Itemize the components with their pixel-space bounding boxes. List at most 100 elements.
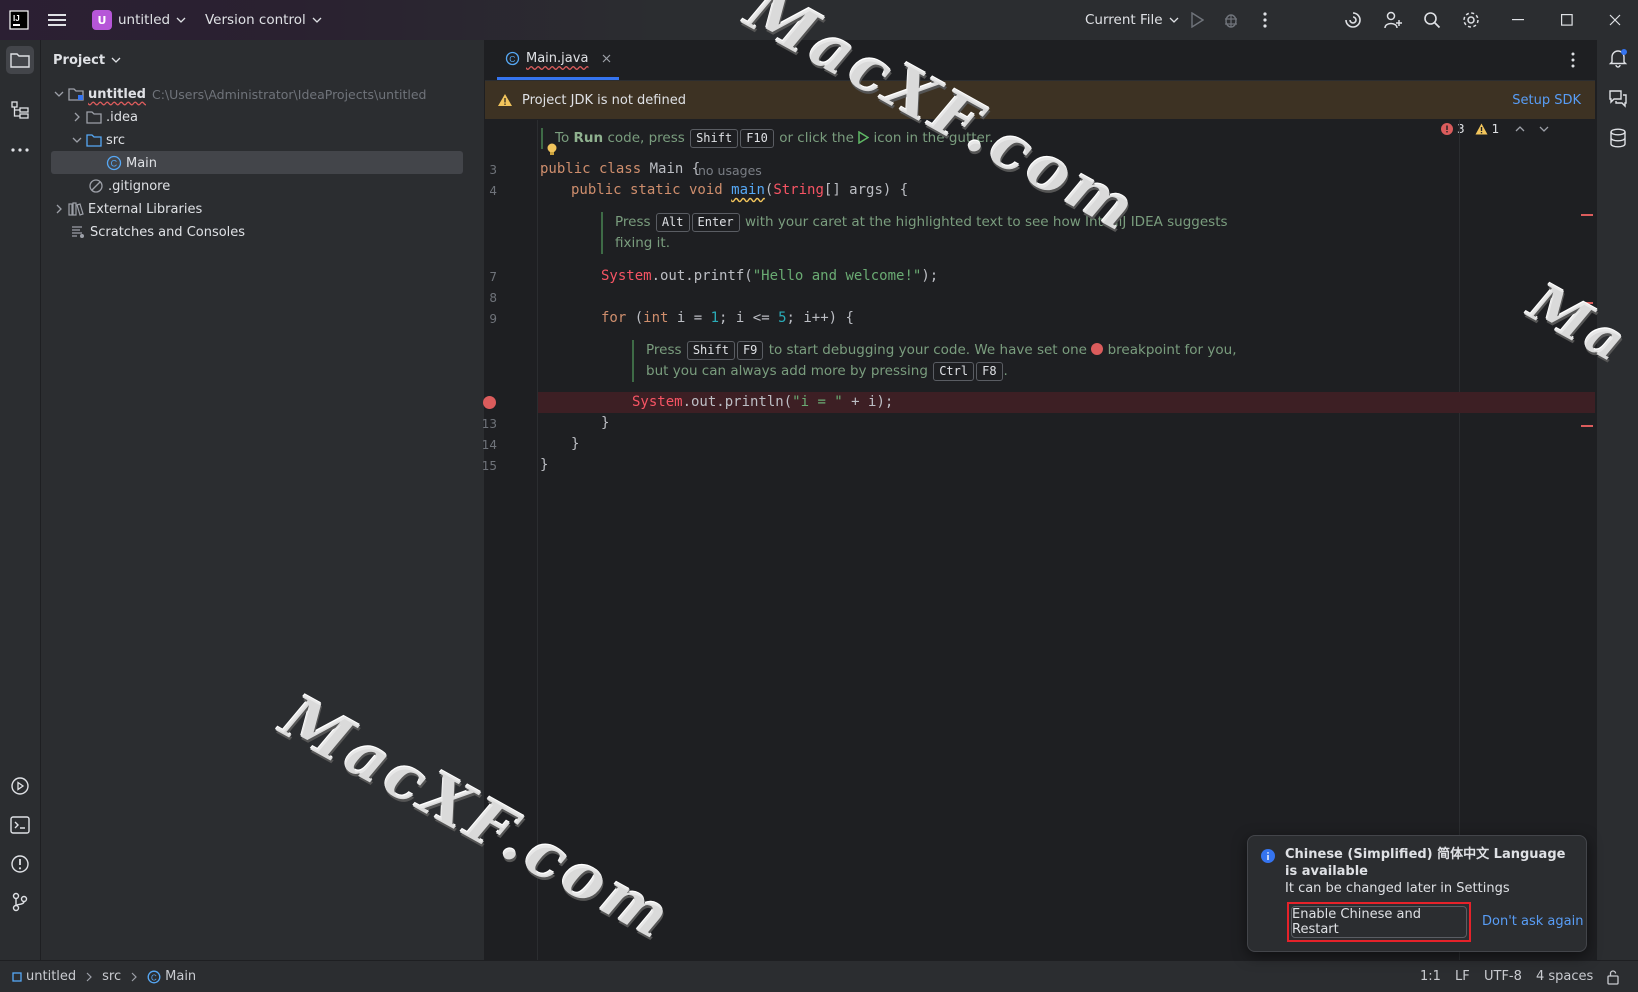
tree-path: C:\Users\Administrator\IdeaProjects\unti…: [151, 86, 427, 102]
project-switcher[interactable]: U untitled: [92, 0, 186, 40]
indent-setting[interactable]: 4 spaces: [1536, 961, 1593, 992]
setup-sdk-link[interactable]: Setup SDK: [1512, 93, 1581, 108]
git-icon[interactable]: [6, 888, 34, 916]
project-tool-icon[interactable]: [6, 46, 34, 74]
tree-label: External Libraries: [88, 201, 203, 217]
more-actions-icon[interactable]: [1253, 8, 1277, 32]
right-margin-guide: [1459, 120, 1460, 960]
code-line-13[interactable]: }: [601, 415, 609, 431]
jdk-warning-banner: Project JDK is not defined Setup SDK: [485, 81, 1595, 119]
chevron-right-icon[interactable]: [51, 204, 67, 214]
chevron-down-icon[interactable]: [1539, 126, 1549, 132]
debug-icon[interactable]: [1219, 8, 1243, 32]
kbd-f8: F8: [976, 362, 1003, 381]
line-separator[interactable]: LF: [1455, 961, 1470, 992]
run-triangle-icon: [858, 131, 870, 144]
editor-tab-bar: C Main.java: [485, 40, 1595, 81]
run-config-selector[interactable]: Current File: [1085, 0, 1179, 40]
search-icon[interactable]: [1420, 8, 1444, 32]
tree-item-external-libraries[interactable]: External Libraries: [51, 198, 202, 220]
kbd-ctrl: Ctrl: [933, 362, 975, 381]
run-config-label: Current File: [1085, 12, 1163, 28]
breadcrumb-item[interactable]: src: [102, 969, 121, 984]
code-line-4[interactable]: public static void main(String[] args) {: [571, 182, 908, 198]
tree-item-main[interactable]: C Main: [105, 152, 157, 174]
services-icon[interactable]: [6, 772, 34, 800]
code-line-14[interactable]: }: [571, 436, 579, 452]
chevron-down-icon: [312, 17, 322, 23]
project-name: untitled: [118, 12, 171, 28]
error-stripe-mark[interactable]: [1581, 425, 1593, 427]
breadcrumb-item[interactable]: untitled: [26, 969, 76, 984]
intellij-logo-icon[interactable]: IJ: [7, 8, 31, 32]
warning-icon: [497, 93, 513, 107]
svg-text:C: C: [151, 973, 157, 982]
minimize-icon[interactable]: [1506, 8, 1530, 32]
intention-bulb-icon[interactable]: [547, 143, 557, 157]
chevron-down-icon: [1169, 17, 1179, 23]
settings-gear-icon[interactable]: [1459, 8, 1483, 32]
error-stripe-mark[interactable]: [1581, 214, 1593, 216]
chevron-down-icon[interactable]: [69, 137, 85, 143]
folder-icon: [85, 109, 103, 125]
database-icon[interactable]: [1609, 128, 1627, 148]
kbd-shift: Shift: [690, 129, 739, 148]
ai-assistant-icon[interactable]: [1341, 8, 1365, 32]
tree-item-idea[interactable]: .idea: [69, 106, 138, 128]
code-line-15[interactable]: }: [540, 457, 548, 473]
inspection-widget[interactable]: 3 1: [1441, 122, 1549, 136]
kbd-f10: F10: [740, 129, 774, 148]
kbd-enter: Enter: [691, 213, 740, 232]
tree-item-gitignore[interactable]: .gitignore: [87, 175, 170, 197]
notification-body: It can be changed later in Settings: [1285, 881, 1510, 896]
notifications-bell-icon[interactable]: [1608, 48, 1628, 68]
editor-tab-options-icon[interactable]: [1571, 52, 1575, 68]
jdk-warning-text: Project JDK is not defined: [522, 92, 686, 108]
lock-icon[interactable]: [1606, 961, 1620, 992]
breakpoint-icon[interactable]: [483, 396, 496, 409]
terminal-icon[interactable]: [6, 811, 34, 839]
java-class-icon: C: [505, 51, 520, 66]
code-line-12[interactable]: System.out.println("i = " + i);: [632, 394, 893, 410]
tab-label: Main.java: [526, 51, 589, 66]
line-number: 13: [481, 417, 497, 431]
tree-item-src[interactable]: src: [69, 129, 125, 151]
project-panel-title[interactable]: Project: [53, 40, 121, 80]
code-with-me-icon[interactable]: [1381, 8, 1405, 32]
breadcrumb-item[interactable]: Main: [165, 969, 196, 984]
svg-text:C: C: [509, 54, 515, 64]
code-line-3[interactable]: public class Main {: [540, 161, 700, 177]
tree-item-untitled[interactable]: untitled C:\Users\Administrator\IdeaProj…: [51, 83, 426, 105]
code-line-9[interactable]: for (int i = 1; i <= 5; i++) {: [601, 310, 854, 326]
run-icon[interactable]: [1185, 8, 1209, 32]
chevron-down-icon[interactable]: [51, 91, 67, 97]
usages-hint[interactable]: no usages: [698, 163, 762, 178]
structure-tool-icon[interactable]: [6, 96, 34, 124]
status-bar: untitled src C Main 1:1 LF UTF-8 4 space…: [0, 960, 1638, 992]
tab-main-java[interactable]: C Main.java: [497, 40, 620, 80]
breadcrumb: untitled src C Main: [12, 961, 196, 992]
file-encoding[interactable]: UTF-8: [1484, 961, 1522, 992]
chevron-up-icon[interactable]: [1515, 126, 1525, 132]
vcs-menu[interactable]: Version control: [205, 0, 322, 40]
code-line-7[interactable]: System.out.printf("Hello and welcome!");: [601, 268, 938, 284]
line-number: 9: [489, 312, 497, 326]
ai-chat-icon[interactable]: [1608, 88, 1628, 108]
chevron-right-icon[interactable]: [69, 112, 85, 122]
dont-ask-again-link[interactable]: Don't ask again: [1482, 914, 1583, 929]
close-icon[interactable]: [1603, 8, 1627, 32]
enable-chinese-button[interactable]: Enable Chinese and Restart: [1291, 906, 1467, 938]
warning-icon: [1475, 123, 1488, 135]
maximize-icon[interactable]: [1555, 8, 1579, 32]
close-tab-icon[interactable]: [602, 54, 611, 63]
tree-item-scratches[interactable]: Scratches and Consoles: [69, 221, 245, 243]
caret-position[interactable]: 1:1: [1420, 961, 1441, 992]
line-number: 14: [481, 438, 497, 452]
error-icon: [1441, 123, 1453, 135]
line-number: 8: [489, 291, 497, 305]
more-tools-icon[interactable]: [6, 136, 34, 164]
main-menu-icon[interactable]: [45, 8, 69, 32]
notification-title: Chinese (Simplified) 简体中文 Language is av…: [1285, 847, 1566, 879]
gitignore-icon: [87, 178, 105, 194]
problems-icon[interactable]: [6, 850, 34, 878]
